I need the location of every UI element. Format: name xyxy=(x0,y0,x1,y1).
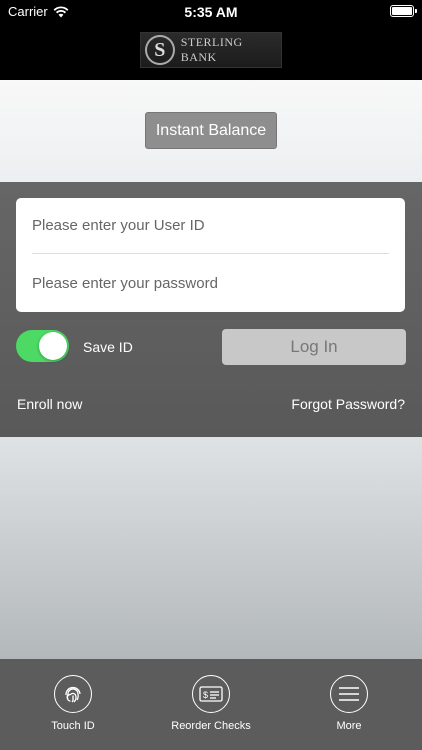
fingerprint-icon xyxy=(54,675,92,713)
battery-icon xyxy=(390,5,417,17)
forgot-password-link[interactable]: Forgot Password? xyxy=(291,396,405,412)
save-id-label: Save ID xyxy=(83,339,133,355)
logo-text: STERLING BANK xyxy=(180,35,243,64)
login-panel: Please enter your User ID Please enter y… xyxy=(0,182,422,437)
toggle-knob xyxy=(39,332,67,360)
password-field[interactable]: Please enter your password xyxy=(32,255,389,311)
instant-balance-button[interactable]: Instant Balance xyxy=(145,112,277,149)
background-area xyxy=(0,437,422,659)
bank-logo: S STERLING BANK xyxy=(140,32,282,68)
enroll-link[interactable]: Enroll now xyxy=(17,396,82,412)
tab-more[interactable]: More xyxy=(289,675,409,732)
svg-text:$: $ xyxy=(203,690,208,700)
status-bar: Carrier 5:35 AM xyxy=(0,0,422,24)
tab-label-more: More xyxy=(336,720,362,732)
top-area: Instant Balance xyxy=(0,80,422,182)
tab-label-touch-id: Touch ID xyxy=(51,720,95,732)
status-time: 5:35 AM xyxy=(184,4,238,20)
tab-bar: Touch ID $ Reorder Checks More xyxy=(0,659,422,750)
login-button[interactable]: Log In xyxy=(222,329,406,365)
tab-touch-id[interactable]: Touch ID xyxy=(13,675,133,732)
user-id-field[interactable]: Please enter your User ID xyxy=(32,198,389,254)
app-header: S STERLING BANK xyxy=(0,24,422,80)
login-form: Please enter your User ID Please enter y… xyxy=(16,198,405,312)
menu-icon xyxy=(330,675,368,713)
tab-label-reorder-checks: Reorder Checks xyxy=(171,720,251,732)
tab-reorder-checks[interactable]: $ Reorder Checks xyxy=(151,675,271,732)
save-id-toggle[interactable] xyxy=(16,330,69,362)
check-icon: $ xyxy=(192,675,230,713)
logo-emblem: S xyxy=(145,35,175,65)
